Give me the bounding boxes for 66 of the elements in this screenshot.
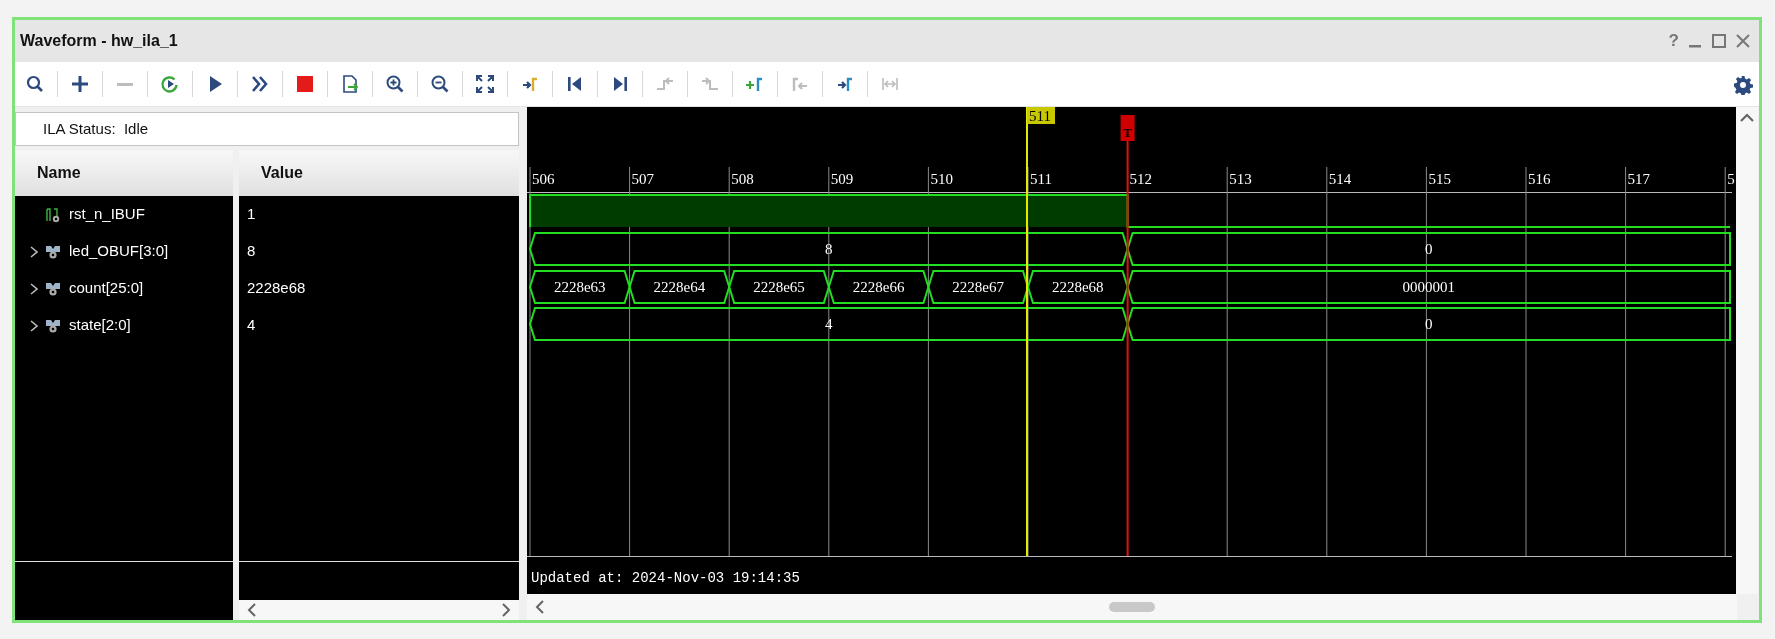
time-tick-label: 509 (830, 171, 854, 187)
signal-bus-icon (45, 280, 61, 297)
ila-status: ILA Status: Idle (15, 112, 519, 146)
chevron-right-icon[interactable] (30, 319, 38, 332)
refresh-play-icon (160, 74, 180, 94)
scroll-left-icon[interactable] (247, 603, 256, 617)
close-icon[interactable] (1735, 33, 1751, 49)
signal-value: 1 (247, 204, 256, 225)
cursor-label[interactable]: 511 (1027, 107, 1055, 124)
double-chevron-icon (250, 74, 270, 94)
maximize-icon[interactable] (1711, 33, 1727, 49)
bus-value: 2228e68 (1051, 279, 1104, 295)
time-tick-label: 508 (731, 171, 754, 187)
bus-value: 0 (1425, 241, 1433, 257)
plus-icon (70, 74, 90, 94)
zoom-out-icon (430, 74, 450, 94)
window-title: Waveform - hw_ila_1 (20, 31, 178, 51)
bus-value: 4 (825, 316, 833, 332)
scroll-up-icon[interactable] (1740, 113, 1754, 122)
time-tick-label: 513 (1229, 171, 1252, 187)
scroll-left-icon[interactable] (535, 600, 544, 614)
bus-value: 8 (825, 241, 833, 257)
bus-value: 2228e66 (852, 279, 905, 295)
bus-value: 2228e64 (653, 279, 706, 295)
bus-value: 2228e65 (753, 279, 805, 295)
trigger-marker[interactable]: T (1120, 115, 1135, 141)
signal-name[interactable]: count[25:0] (69, 277, 144, 300)
time-tick-label: 506 (532, 171, 555, 187)
signal-name[interactable]: rst_n_IBUF (69, 203, 145, 226)
settings-icon[interactable] (1733, 74, 1753, 95)
signal-name[interactable]: led_OBUF[3:0] (69, 240, 169, 263)
search-icon (25, 74, 45, 94)
help-button[interactable]: ? (1668, 28, 1679, 54)
signal-bus-icon (45, 317, 61, 334)
chevron-right-icon[interactable] (30, 282, 38, 295)
time-tick-label: 514 (1328, 171, 1352, 187)
time-tick-label: 515 (1428, 171, 1451, 187)
time-tick-label: 511 (1030, 171, 1052, 187)
column-header[interactable]: Name (15, 150, 233, 196)
scroll-right-icon[interactable] (502, 603, 511, 617)
waveform-canvas[interactable]: 506 507 508 509 510 511 512 513 514 515 516 517 5 8 0 2228e63 2228e64 2228e65 2228e66 2228e67 2228e68 0000001 4 0 511 T Updated at: 2024-Nov-03 19:14:35 (527, 107, 1736, 594)
bus-value: 2228e63 (553, 279, 606, 295)
column-header[interactable]: Value (239, 150, 519, 196)
signal-value: 2228e68 (247, 278, 306, 299)
minus-icon (117, 82, 133, 86)
time-tick-label: 5 (1727, 171, 1735, 187)
signal-bit-icon (45, 206, 61, 223)
time-tick-label: 517 (1627, 171, 1651, 187)
bus-value: 2228e67 (952, 279, 1005, 295)
document-arrow-icon (340, 74, 360, 94)
zoom-in-icon (385, 74, 405, 94)
time-tick-label: 516 (1528, 171, 1551, 187)
updated-timestamp: Updated at: 2024-Nov-03 19:14:35 (531, 570, 800, 586)
scrollbar-thumb[interactable] (1109, 602, 1155, 612)
expand-arrows-icon (475, 74, 495, 94)
signal-value: 4 (247, 315, 256, 336)
time-tick-label: 510 (930, 171, 953, 187)
bus-value: 0000001 (1402, 279, 1456, 295)
signal-bus-icon (45, 243, 61, 260)
time-tick-label: 512 (1129, 171, 1153, 187)
stop-icon (295, 74, 315, 94)
signal-value: 8 (247, 241, 256, 262)
signal-name[interactable]: state[2:0] (69, 314, 131, 337)
time-tick-label: 507 (631, 171, 655, 187)
bus-value: 0 (1425, 316, 1433, 332)
chevron-right-icon[interactable] (30, 245, 38, 258)
